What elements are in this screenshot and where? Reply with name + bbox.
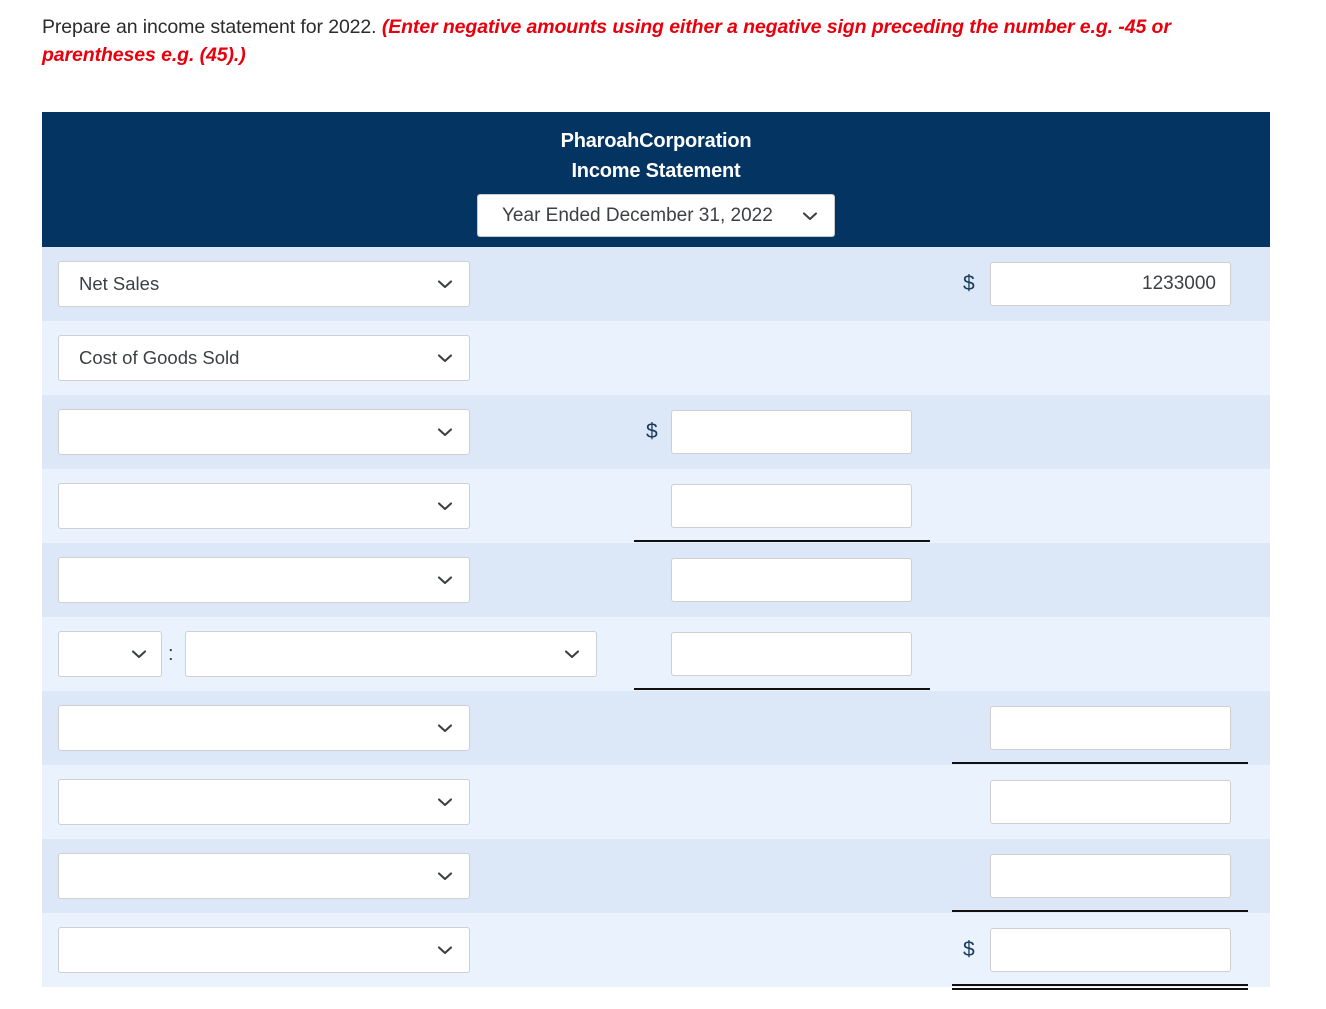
row-10-right-currency-symbol: $: [963, 938, 975, 961]
chevron-down-icon: [435, 718, 455, 738]
statement-row: :: [42, 617, 1270, 691]
row-7-right-amount-input[interactable]: [990, 706, 1231, 750]
row-8-right-amount-input[interactable]: [990, 780, 1231, 824]
instruction-prompt: Prepare an income statement for 2022.: [42, 16, 382, 38]
statement-title: Income Statement: [571, 160, 741, 182]
chevron-down-icon: [435, 348, 455, 368]
statement-row: [42, 469, 1270, 543]
row-3-account-select[interactable]: [58, 409, 470, 455]
row-9-account-select[interactable]: [58, 853, 470, 899]
chevron-down-icon: [562, 644, 582, 664]
row-6-mid-amount-input[interactable]: [671, 632, 912, 676]
subtotal-rule: [952, 910, 1248, 912]
income-statement-worksheet: PharoahCorporation Income Statement Year…: [42, 112, 1270, 990]
subtotal-rule: [634, 540, 930, 542]
statement-row: $: [42, 913, 1270, 990]
row-8-account-select[interactable]: [58, 779, 470, 825]
row-1-right-amount-input[interactable]: 1233000: [990, 262, 1231, 306]
chevron-down-icon: [435, 570, 455, 590]
statement-row: Net Sales $1233000: [42, 247, 1270, 321]
chevron-down-icon: [435, 792, 455, 812]
chevron-down-icon: [435, 866, 455, 886]
period-select[interactable]: Year Ended December 31, 2022: [477, 194, 835, 237]
chevron-down-icon: [129, 644, 149, 664]
statement-row: [42, 691, 1270, 765]
subtotal-rule: [952, 762, 1248, 764]
period-select-value: Year Ended December 31, 2022: [502, 205, 773, 226]
statement-row: [42, 765, 1270, 839]
statement-row: [42, 543, 1270, 617]
row-9-right-amount-input[interactable]: [990, 854, 1231, 898]
statement-row: Cost of Goods Sold: [42, 321, 1270, 395]
row-1-account-value: Net Sales: [79, 273, 160, 294]
row-5-mid-amount-input[interactable]: [671, 558, 912, 602]
company-name: PharoahCorporation: [560, 130, 752, 152]
row-2-account-value: Cost of Goods Sold: [79, 347, 240, 368]
chevron-down-icon: [435, 940, 455, 960]
row-3-mid-currency-symbol: $: [646, 420, 658, 443]
row-4-mid-amount-input[interactable]: [671, 484, 912, 528]
statement-row: [42, 839, 1270, 913]
row-6-account-select[interactable]: [185, 631, 597, 677]
statement-rows: Net Sales $1233000 Cost of Goods Sold $: $: [42, 247, 1270, 990]
row-5-account-select[interactable]: [58, 557, 470, 603]
row-4-account-select[interactable]: [58, 483, 470, 529]
row-10-account-select[interactable]: [58, 927, 470, 973]
row-6-colon: :: [168, 643, 174, 665]
chevron-down-icon: [800, 206, 820, 226]
row-1-account-select[interactable]: Net Sales: [58, 261, 470, 307]
chevron-down-icon: [435, 422, 455, 442]
row-10-right-amount-input[interactable]: [990, 928, 1231, 972]
row-1-right-amount-value: 1233000: [1142, 273, 1216, 294]
subtotal-rule: [634, 688, 930, 690]
chevron-down-icon: [435, 274, 455, 294]
statement-row: $: [42, 395, 1270, 469]
statement-header: PharoahCorporation Income Statement Year…: [42, 112, 1270, 247]
question-instructions: Prepare an income statement for 2022. (E…: [42, 14, 1242, 69]
total-double-rule: [952, 984, 1248, 990]
row-6-qualifier-select[interactable]: [58, 631, 162, 677]
row-3-mid-amount-input[interactable]: [671, 410, 912, 454]
row-2-account-select[interactable]: Cost of Goods Sold: [58, 335, 470, 381]
row-1-right-currency-symbol: $: [963, 272, 975, 295]
row-7-account-select[interactable]: [58, 705, 470, 751]
page-root: Prepare an income statement for 2022. (E…: [0, 0, 1326, 1009]
chevron-down-icon: [435, 496, 455, 516]
